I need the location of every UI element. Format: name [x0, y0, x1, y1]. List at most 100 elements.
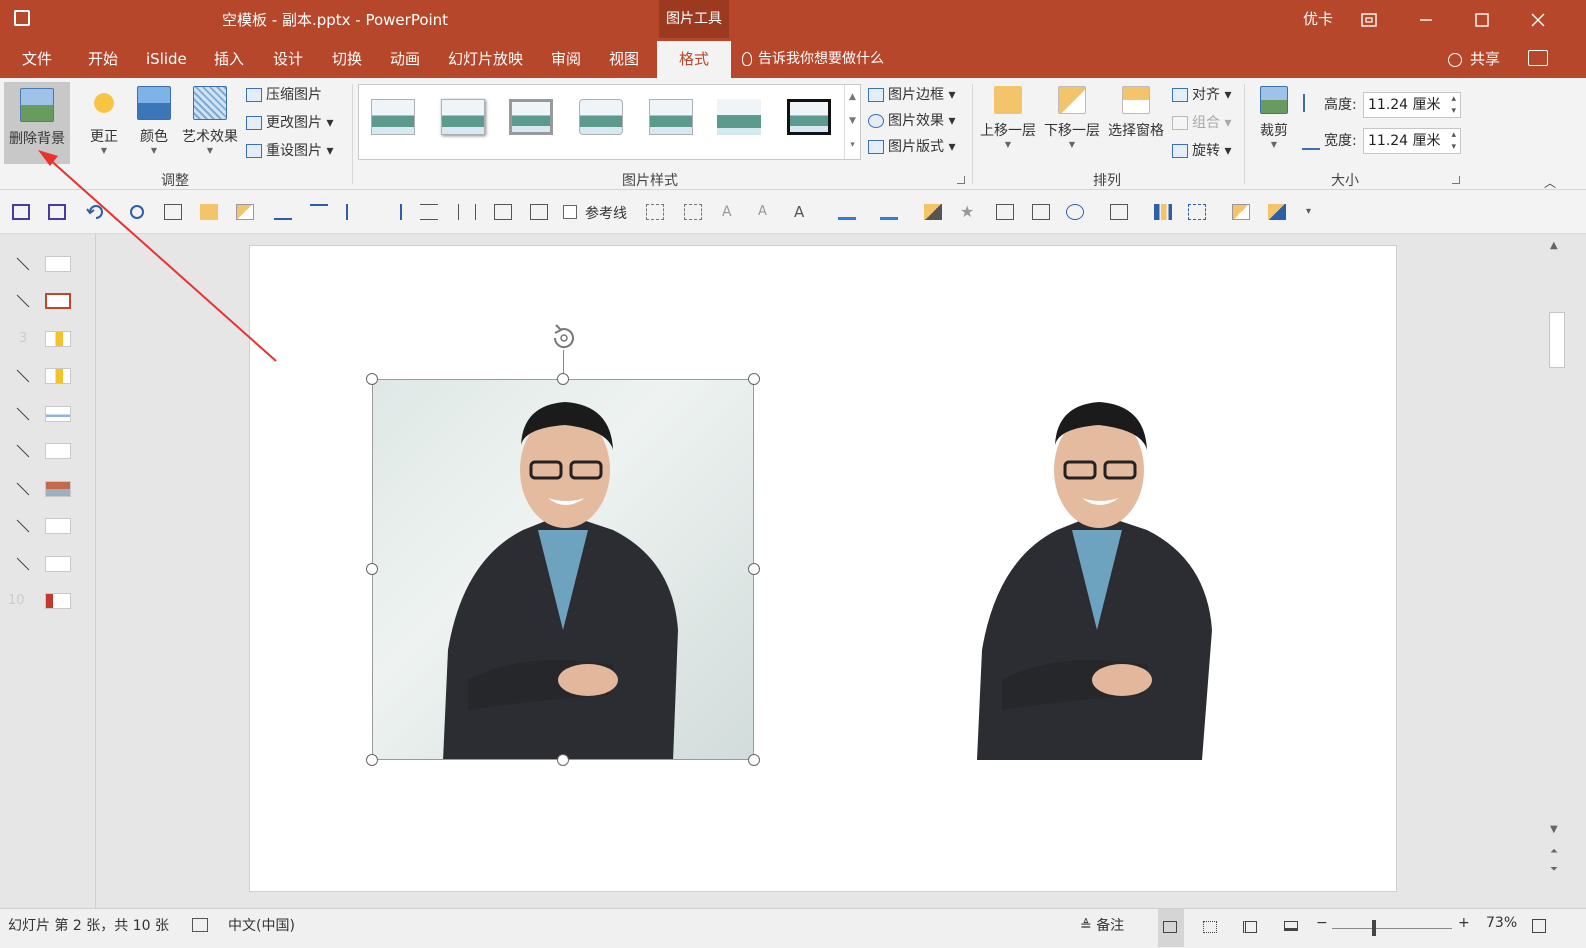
zoom-out-icon[interactable]: − [1316, 915, 1328, 931]
comments-icon[interactable] [1528, 50, 1548, 66]
picture-effects-button[interactable]: 图片效果 ▾ [868, 110, 955, 132]
slide-thumbnail[interactable]: 1 [0, 250, 96, 280]
slideshow-icon[interactable] [1284, 921, 1298, 931]
slide-sorter-icon[interactable] [1203, 921, 1217, 933]
scrollbar-thumb[interactable] [1549, 312, 1565, 368]
collapse-ribbon-icon[interactable]: ︿ [1544, 174, 1556, 191]
crop-to-fill-icon[interactable] [684, 204, 702, 220]
tab-format[interactable]: 格式 [657, 41, 732, 78]
textbox-icon[interactable] [1110, 204, 1128, 220]
size-dialog-launcher-icon[interactable] [1452, 176, 1460, 184]
zoom-level[interactable]: 73% [1486, 915, 1517, 931]
resize-handle[interactable] [557, 754, 569, 766]
tab-file[interactable]: 文件 [20, 38, 54, 78]
slide-thumbnail[interactable]: 2 [0, 287, 96, 317]
zoom-slider-track[interactable] [1332, 928, 1452, 929]
bring-to-front-icon[interactable] [200, 204, 218, 220]
tab-home[interactable]: 开始 [86, 38, 120, 78]
align-middle-icon[interactable] [420, 204, 438, 220]
compress-pictures-button[interactable]: 压缩图片 [246, 84, 322, 106]
tab-review[interactable]: 审阅 [549, 38, 583, 78]
resize-handle[interactable] [748, 563, 760, 575]
picture-style-thumbnail[interactable] [371, 99, 415, 135]
undo-icon[interactable] [86, 204, 104, 220]
redo-icon[interactable] [128, 204, 146, 220]
tell-me-box[interactable]: 告诉我你想要做什么 [742, 38, 884, 78]
selected-picture[interactable] [372, 379, 754, 760]
minimize-icon[interactable] [1412, 0, 1440, 38]
reset-picture-button[interactable]: 重设图片 ▾ [246, 140, 333, 162]
remove-background-button[interactable]: 删除背景 [4, 82, 70, 164]
background-removed-picture[interactable] [972, 400, 1222, 760]
gallery-up-icon[interactable]: ▲ [845, 85, 860, 109]
align-button[interactable]: 对齐 ▾ [1172, 84, 1231, 106]
next-slide-icon[interactable]: ⏷ [1550, 864, 1558, 875]
resize-handle[interactable] [748, 373, 760, 385]
tab-transitions[interactable]: 切换 [330, 38, 364, 78]
tab-insert[interactable]: 插入 [212, 38, 246, 78]
resize-handle[interactable] [748, 754, 760, 766]
slide-thumbnail[interactable]: 8 [0, 512, 96, 542]
send-to-back-icon[interactable] [236, 204, 254, 220]
corrections-button[interactable]: 更正 ▼ [82, 86, 126, 155]
slide-thumbnail[interactable]: 9 [0, 550, 96, 580]
slide-thumbnail[interactable]: 3 [0, 325, 96, 355]
resize-handle[interactable] [366, 754, 378, 766]
align-left-icon[interactable] [346, 204, 364, 220]
maximize-icon[interactable] [1468, 0, 1496, 38]
align-right-icon[interactable] [384, 204, 402, 220]
slide-thumbnail[interactable]: 5 [0, 400, 96, 430]
align-center-icon[interactable] [458, 204, 476, 220]
fit-slide-icon[interactable] [1532, 919, 1546, 933]
rotate-button[interactable]: 旋转 ▾ [1172, 140, 1231, 162]
save-as-icon[interactable] [48, 204, 66, 220]
styles-dialog-launcher-icon[interactable] [957, 176, 965, 184]
change-picture-button[interactable]: 更改图片 ▾ [246, 112, 333, 134]
send-backward-button[interactable]: 下移一层 ▼ [1040, 86, 1104, 149]
crop-button[interactable]: 裁剪 ▼ [1252, 86, 1296, 149]
spell-check-icon[interactable] [192, 918, 208, 932]
slideshow-from-start-icon[interactable] [164, 204, 182, 220]
star-icon[interactable]: ★ [960, 204, 978, 220]
close-icon[interactable] [1524, 0, 1552, 38]
increase-font-icon[interactable]: A [722, 204, 740, 220]
zoom-slider-thumb[interactable] [1372, 920, 1376, 936]
distribute-vertical-icon[interactable] [530, 204, 548, 220]
picture-border-button[interactable]: 图片边框 ▾ [868, 84, 955, 106]
format-painter-icon[interactable] [924, 204, 942, 220]
resize-handle[interactable] [366, 563, 378, 575]
language-indicator[interactable]: 中文(中国) [228, 915, 295, 935]
chart-icon[interactable] [1154, 204, 1172, 220]
bring-forward-button[interactable]: 上移一层 ▼ [976, 86, 1040, 149]
merge-shapes-icon[interactable] [1268, 204, 1286, 220]
reading-view-icon[interactable] [1243, 921, 1257, 933]
picture-style-thumbnail[interactable] [649, 99, 693, 135]
notes-button[interactable]: ≜ 备注 [1080, 915, 1124, 935]
tab-view[interactable]: 视图 [607, 38, 641, 78]
artistic-effects-button[interactable]: 艺术效果 ▼ [178, 86, 242, 155]
slide-thumbnail[interactable]: 7 [0, 475, 96, 505]
share-button[interactable]: 共享 [1448, 38, 1500, 78]
rotation-handle-icon[interactable] [548, 322, 580, 354]
slide-thumbnail[interactable]: 10 [0, 587, 96, 617]
group-objects-icon[interactable] [1188, 204, 1206, 220]
vertical-scrollbar[interactable]: ▲ ▼ ⏶ ⏷ [1546, 234, 1568, 908]
picture-styles-gallery[interactable]: ▲ ▼ ▾ [358, 84, 861, 160]
gallery-scroll[interactable]: ▲ ▼ ▾ [844, 85, 860, 159]
tab-design[interactable]: 设计 [271, 38, 305, 78]
customize-qat-icon[interactable]: ▾ [1306, 204, 1324, 220]
scroll-down-icon[interactable]: ▼ [1550, 824, 1558, 835]
selection-icon[interactable] [996, 204, 1014, 220]
gallery-more-icon[interactable]: ▾ [845, 133, 860, 157]
save-icon[interactable] [12, 204, 30, 220]
previous-slide-icon[interactable]: ⏶ [1550, 846, 1558, 857]
crop-to-fit-icon[interactable] [646, 204, 664, 220]
animation-icon[interactable] [1032, 204, 1050, 220]
font-color-icon[interactable]: A [794, 204, 812, 220]
ungroup-icon[interactable] [1232, 204, 1250, 220]
scroll-up-icon[interactable]: ▲ [1550, 240, 1558, 251]
resize-handle[interactable] [557, 373, 569, 385]
slide-thumbnail[interactable]: 6 [0, 437, 96, 467]
zoom-in-icon[interactable]: + [1458, 915, 1470, 931]
height-input[interactable]: 11.24 厘米 ▴ ▾ [1363, 92, 1461, 118]
